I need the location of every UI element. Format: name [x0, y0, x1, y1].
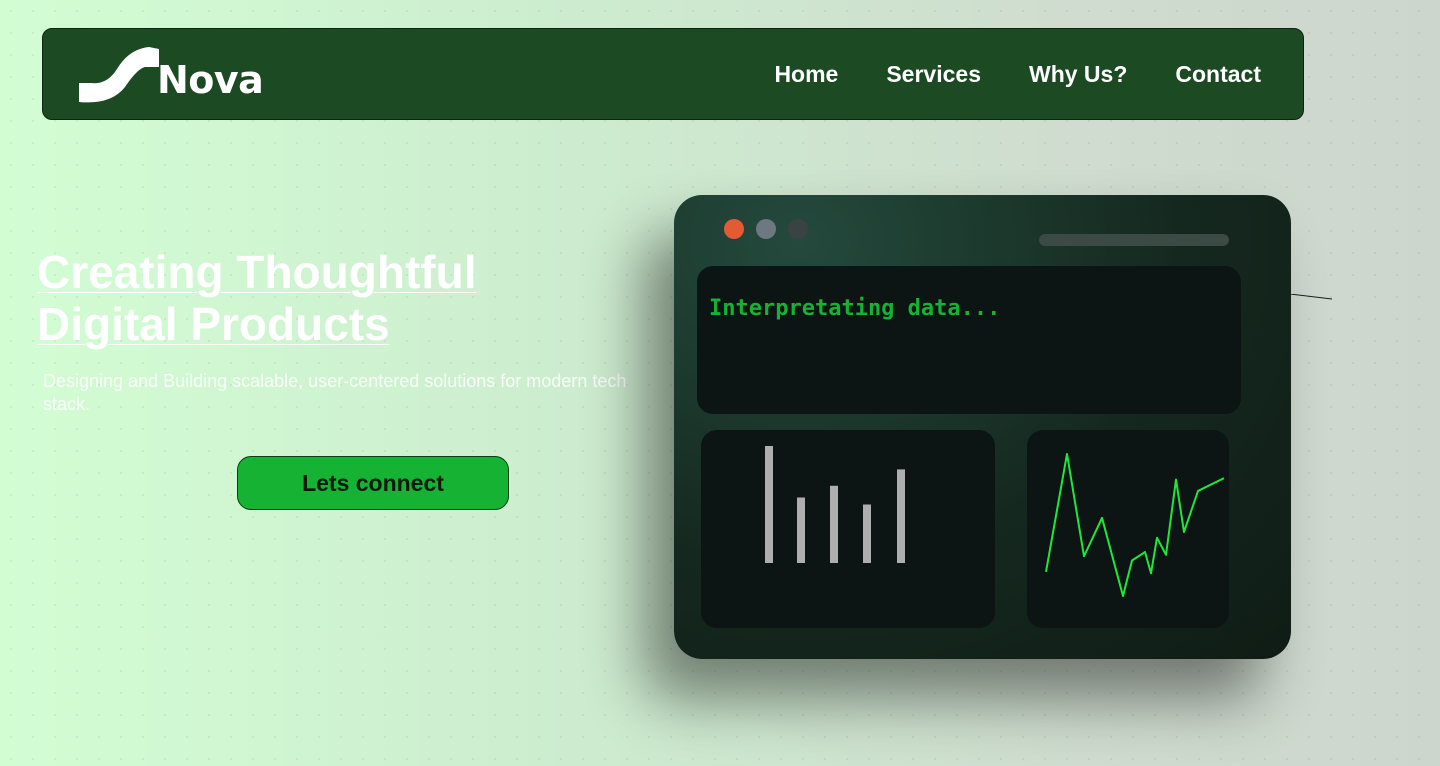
bar-4: [863, 504, 871, 563]
bar-5: [897, 469, 905, 563]
window-minimize-dot[interactable]: [756, 219, 776, 239]
hero-title: Creating Thoughtful Digital Products: [37, 246, 597, 350]
line-chart: [1045, 453, 1225, 597]
line-series: [1045, 453, 1225, 597]
bar-3: [830, 485, 838, 563]
bar-chart: [765, 446, 905, 563]
hero-subtitle: Designing and Building scalable, user-ce…: [43, 371, 627, 414]
terminal-text: Interpretating data...: [709, 296, 1001, 321]
logo[interactable]: Nova: [79, 47, 299, 105]
window-close-dot[interactable]: [724, 219, 744, 239]
hero-title-line-1: Creating Thoughtful: [37, 246, 477, 298]
lets-connect-button[interactable]: Lets connect: [237, 456, 509, 510]
window-maximize-dot[interactable]: [788, 219, 808, 239]
nav-links: Home Services Why Us? Contact: [774, 29, 1261, 119]
nav-link-home[interactable]: Home: [774, 61, 838, 88]
nav-link-contact[interactable]: Contact: [1175, 61, 1261, 88]
wave-logo-icon: [79, 47, 159, 103]
hero-title-line-2: Digital Products: [37, 298, 390, 350]
line-chart-panel: [1027, 430, 1229, 628]
nav-link-services[interactable]: Services: [886, 61, 981, 88]
terminal-panel: Interpretating data...: [697, 266, 1241, 414]
bar-chart-panel: [701, 430, 995, 628]
dashboard-window: Interpretating data...: [674, 195, 1291, 659]
decorative-line: [1290, 294, 1332, 300]
window-address-bar: [1039, 234, 1229, 246]
bar-1: [765, 446, 773, 563]
logo-text: Nova: [157, 58, 264, 102]
nav-link-why-us[interactable]: Why Us?: [1029, 61, 1127, 88]
bar-2: [797, 497, 805, 563]
navbar: Nova Home Services Why Us? Contact: [42, 28, 1304, 120]
